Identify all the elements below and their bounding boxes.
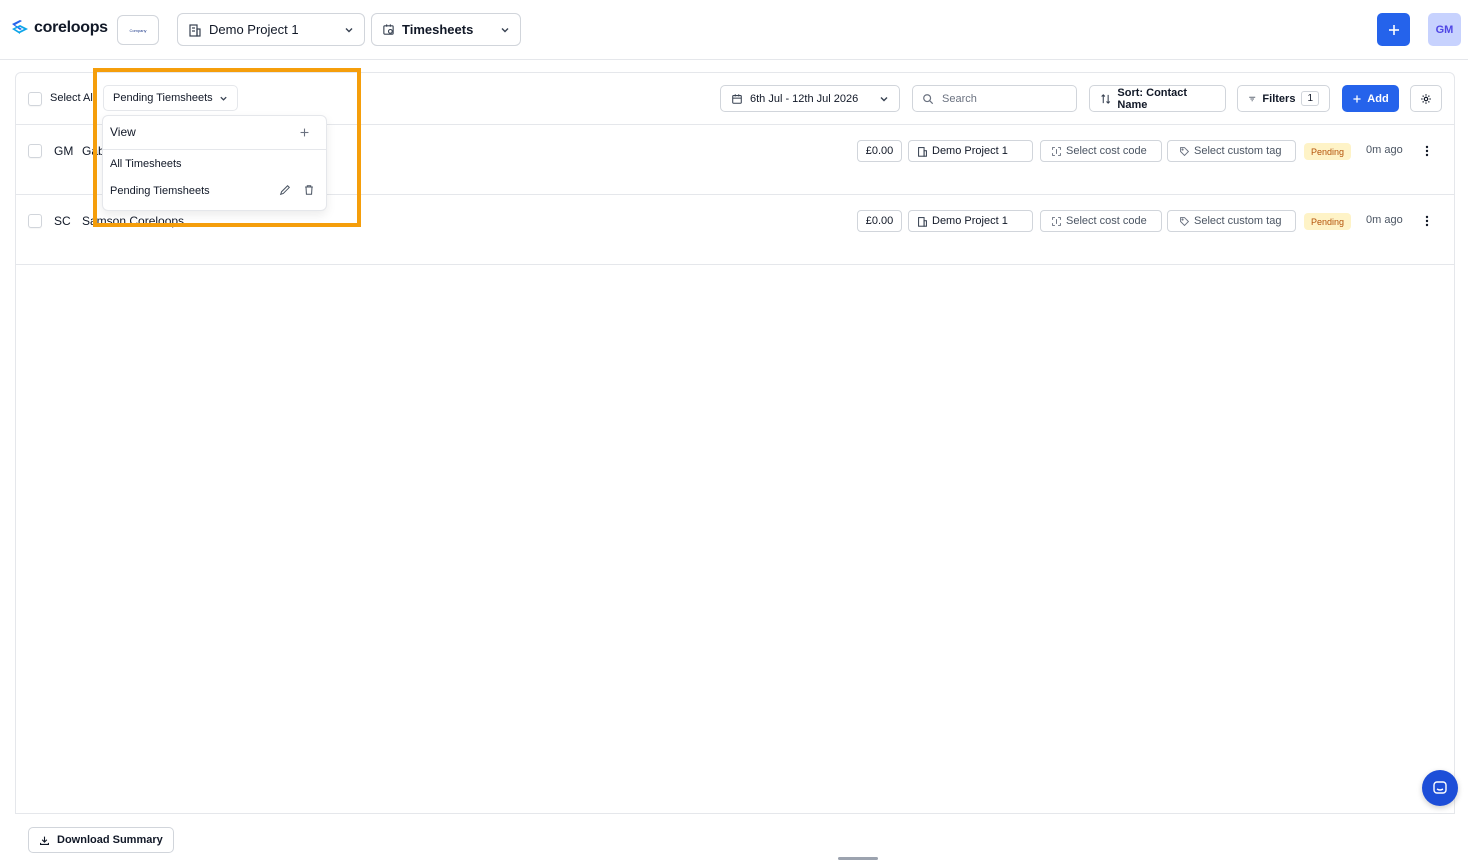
- add-timesheet-button[interactable]: Add: [1342, 85, 1399, 112]
- status-badge: Pending: [1304, 143, 1352, 160]
- app-logo[interactable]: coreloops: [10, 18, 108, 38]
- view-item-pending-timesheets[interactable]: Pending Tiemsheets: [110, 185, 210, 197]
- view-dropdown-title: View: [110, 125, 136, 139]
- search-input[interactable]: [942, 92, 1062, 105]
- row-checkbox[interactable]: [28, 144, 42, 158]
- project-pill[interactable]: Demo Project 1: [908, 210, 1033, 232]
- cost-code-select[interactable]: Select cost code: [1040, 140, 1162, 162]
- scan-icon: [1052, 146, 1061, 156]
- plus-icon: [1388, 24, 1399, 35]
- view-dropdown-header: View: [103, 116, 326, 150]
- filter-icon: [1249, 96, 1256, 101]
- user-avatar[interactable]: GM: [1428, 13, 1461, 46]
- chat-icon: [1433, 781, 1447, 794]
- row-timestamp: 0m ago: [1366, 144, 1403, 156]
- download-icon: [40, 836, 49, 845]
- sort-arrows-icon: [1101, 93, 1111, 104]
- more-vertical-icon: [1425, 215, 1429, 227]
- custom-tag-select[interactable]: Select custom tag: [1167, 140, 1296, 162]
- filters-label: Filters: [1262, 92, 1296, 105]
- project-pill[interactable]: Demo Project 1: [908, 140, 1033, 162]
- add-view-icon[interactable]: [299, 127, 310, 138]
- view-select[interactable]: Pending Tiemsheets: [103, 85, 238, 111]
- project-pill-label: Demo Project 1: [932, 215, 1008, 227]
- quick-add-button[interactable]: [1377, 13, 1410, 46]
- select-all-checkbox[interactable]: [28, 92, 42, 106]
- more-vertical-icon: [1425, 145, 1429, 157]
- row-checkbox[interactable]: [28, 214, 42, 228]
- chat-launcher-button[interactable]: [1422, 770, 1458, 806]
- date-range-label: 6th Jul - 12th Jul 2026: [750, 92, 859, 105]
- view-item-all-timesheets[interactable]: All Timesheets: [110, 158, 182, 170]
- top-bar: coreloops Company Demo Project 1 Timeshe…: [0, 0, 1468, 60]
- amount-badge: £0.00: [857, 210, 902, 232]
- cost-code-label: Select cost code: [1066, 215, 1147, 227]
- pencil-icon[interactable]: [279, 184, 291, 196]
- logo-text: coreloops: [34, 19, 108, 36]
- row-more-button[interactable]: [1422, 143, 1432, 159]
- organization-logo-text: Company: [129, 27, 147, 33]
- view-select-label: Pending Tiemsheets: [113, 92, 213, 104]
- sort-button[interactable]: Sort: Contact Name: [1089, 85, 1226, 112]
- custom-tag-label: Select custom tag: [1194, 215, 1282, 227]
- view-dropdown-menu: View All Timesheets Pending Tiemsheets: [102, 115, 327, 211]
- custom-tag-label: Select custom tag: [1194, 145, 1282, 157]
- row-timestamp: 0m ago: [1366, 214, 1403, 226]
- download-summary-label: Download Summary: [57, 834, 163, 846]
- row-name[interactable]: Samson Coreloops: [82, 214, 184, 228]
- tag-icon: [1180, 216, 1190, 226]
- settings-button[interactable]: [1410, 85, 1442, 112]
- search-box[interactable]: [912, 85, 1077, 112]
- trash-icon[interactable]: [303, 184, 315, 196]
- module-select[interactable]: Timesheets: [371, 13, 521, 46]
- custom-tag-select[interactable]: Select custom tag: [1167, 210, 1296, 232]
- scan-icon: [1052, 216, 1061, 226]
- search-icon: [923, 93, 934, 104]
- plus-icon: [1353, 94, 1361, 103]
- chevron-down-icon: [220, 96, 227, 101]
- sort-label: Sort: Contact Name: [1117, 86, 1188, 111]
- coreloops-logo-icon: [12, 20, 28, 34]
- project-pill-label: Demo Project 1: [932, 145, 1008, 157]
- tag-icon: [1180, 146, 1190, 156]
- filters-count-badge: 1: [1301, 91, 1319, 106]
- amount-badge: £0.00: [857, 140, 902, 162]
- organization-logo[interactable]: Company: [117, 15, 159, 45]
- date-range-picker[interactable]: 6th Jul - 12th Jul 2026: [720, 85, 900, 112]
- calendar-clock-icon: [383, 24, 394, 35]
- row-initials: SC: [54, 214, 71, 228]
- row-initials: GM: [54, 144, 74, 158]
- avatar-initials: GM: [1435, 23, 1454, 36]
- download-summary-button[interactable]: Download Summary: [28, 827, 174, 853]
- gear-icon: [1421, 93, 1431, 104]
- cost-code-select[interactable]: Select cost code: [1040, 210, 1162, 232]
- building-icon: [918, 146, 927, 157]
- building-icon: [918, 216, 927, 227]
- building-icon: [189, 23, 201, 37]
- row-more-button[interactable]: [1422, 213, 1432, 229]
- chevron-down-icon: [880, 96, 888, 101]
- status-badge: Pending: [1304, 213, 1352, 230]
- filters-button[interactable]: Filters 1: [1237, 85, 1330, 112]
- project-select[interactable]: Demo Project 1: [177, 13, 365, 46]
- chevron-down-icon: [501, 27, 509, 32]
- select-all-label: Select All: [50, 92, 96, 104]
- module-select-label: Timesheets: [402, 22, 474, 37]
- chevron-down-icon: [345, 27, 353, 32]
- add-label: Add: [1367, 92, 1389, 105]
- footer-bar: Download Summary: [15, 813, 1455, 860]
- project-select-label: Demo Project 1: [209, 22, 299, 37]
- calendar-icon: [732, 93, 742, 104]
- cost-code-label: Select cost code: [1066, 145, 1147, 157]
